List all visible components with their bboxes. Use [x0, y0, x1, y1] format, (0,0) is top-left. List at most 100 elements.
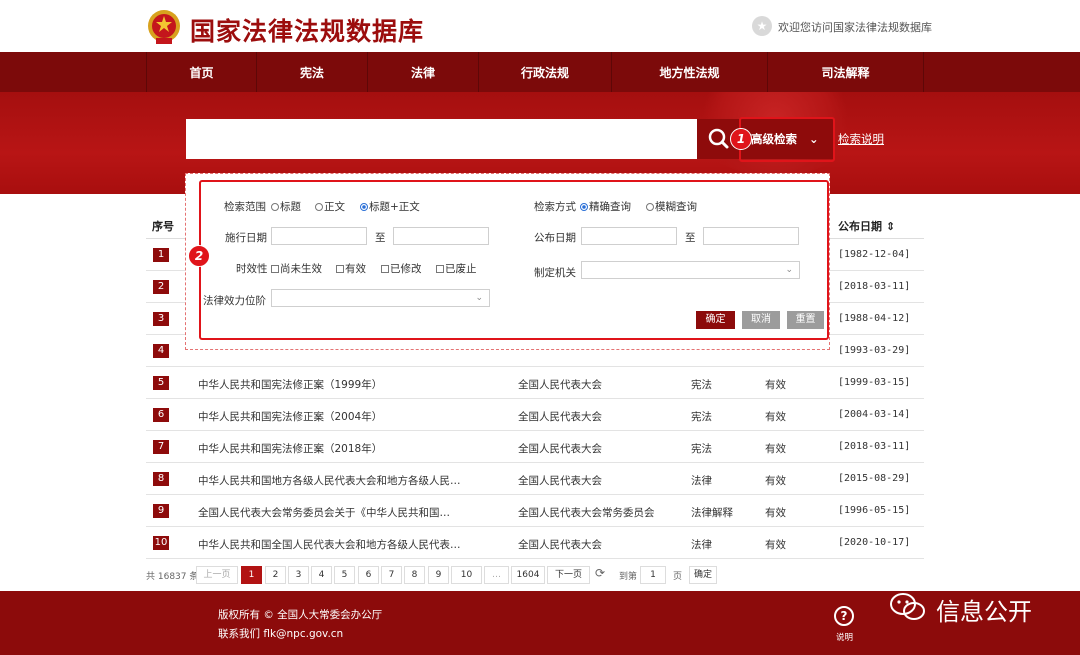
- radio-selected-icon: [580, 202, 588, 211]
- nav-judicial-interpretation[interactable]: 司法解释: [768, 52, 924, 92]
- page-button-5[interactable]: 5: [334, 566, 355, 584]
- column-header-publish-date[interactable]: 公布日期 ⇕: [838, 218, 895, 234]
- help-label[interactable]: 说明: [836, 631, 853, 643]
- page-button-3[interactable]: 3: [288, 566, 309, 584]
- page-button-10[interactable]: 10: [451, 566, 482, 584]
- row-title-link[interactable]: 中华人民共和国宪法修正案（1999年）: [198, 377, 382, 392]
- row-number-badge: 6: [153, 408, 169, 422]
- row-number-badge: 9: [153, 504, 169, 518]
- validity-checkbox-effective[interactable]: 有效: [336, 261, 366, 276]
- nav-items: 首页 宪法 法律 行政法规 地方性法规 司法解释: [146, 52, 924, 92]
- row-number-badge: 5: [153, 376, 169, 390]
- welcome-text: 欢迎您访问国家法律法规数据库: [778, 21, 932, 34]
- page-last-button[interactable]: 1604: [511, 566, 545, 584]
- goto-label: 到第: [619, 572, 638, 582]
- table-row[interactable]: 7 中华人民共和国宪法修正案（2018年） 全国人民代表大会 宪法 有效 [2018-03…: [146, 431, 924, 463]
- row-date: [2015-08-29]: [838, 473, 911, 484]
- page-button-9[interactable]: 9: [428, 566, 449, 584]
- effective-date-start-input[interactable]: [271, 227, 367, 245]
- validity-repealed-label: 已废止: [445, 263, 477, 275]
- table-row[interactable]: 8 中华人民共和国地方各级人民代表大会和地方各级人民… 全国人民代表大会 法律 有效 [2…: [146, 463, 924, 495]
- panel-confirm-button[interactable]: 确定: [696, 311, 735, 329]
- refresh-icon[interactable]: ⟳: [595, 566, 605, 580]
- panel-reset-button[interactable]: 重置: [787, 311, 824, 329]
- page-unit-label: 页: [673, 572, 683, 582]
- row-date: [2020-10-17]: [838, 537, 911, 548]
- sort-icon[interactable]: ⇕: [886, 220, 895, 233]
- row-title-link[interactable]: 中华人民共和国宪法修正案（2018年）: [198, 441, 382, 456]
- page-button-8[interactable]: 8: [404, 566, 425, 584]
- row-authority: 全国人民代表大会: [518, 443, 602, 455]
- page-button-2[interactable]: 2: [265, 566, 286, 584]
- row-number-badge: 3: [153, 312, 169, 326]
- page-button-1[interactable]: 1: [241, 566, 262, 584]
- goto-page-input[interactable]: 1: [640, 566, 666, 584]
- row-title-link[interactable]: 中华人民共和国全国人民代表大会和地方各级人民代表…: [198, 537, 461, 552]
- method-radio-fuzzy[interactable]: 模糊查询: [646, 199, 697, 214]
- row-date: [2018-03-11]: [838, 441, 911, 452]
- row-date: [2004-03-14]: [838, 409, 911, 420]
- method-radio-exact[interactable]: 精确查询: [580, 199, 631, 214]
- nav-constitution[interactable]: 宪法: [257, 52, 368, 92]
- page-button-4[interactable]: 4: [311, 566, 332, 584]
- row-title-link[interactable]: 中华人民共和国地方各级人民代表大会和地方各级人民…: [198, 473, 461, 488]
- star-icon: ★: [752, 16, 772, 36]
- next-page-button[interactable]: 下一页: [547, 566, 590, 584]
- table-row[interactable]: 5 中华人民共和国宪法修正案（1999年） 全国人民代表大会 宪法 有效 [1999-03…: [146, 367, 924, 399]
- effective-date-label: 施行日期: [225, 232, 267, 244]
- nav-home[interactable]: 首页: [146, 52, 257, 92]
- page-ellipsis: …: [484, 566, 509, 584]
- help-icon[interactable]: ?: [834, 606, 854, 626]
- method-radio-fuzzy-label: 模糊查询: [655, 201, 697, 213]
- row-type: 宪法: [691, 411, 712, 423]
- contact-text: 联系我们 flk@npc.gov.cn: [218, 628, 344, 640]
- pagination: 共 16837 条 上一页 1 2 3 4 5 6 7 8 9 10 … 1604 下一页 ⟳ 到…: [146, 566, 924, 584]
- radio-icon: [271, 202, 279, 211]
- search-help-link[interactable]: 检索说明: [838, 131, 884, 147]
- row-authority: 全国人民代表大会: [518, 539, 602, 551]
- nav-local-regulations[interactable]: 地方性法规: [612, 52, 768, 92]
- column-header-number: 序号: [152, 220, 174, 233]
- validity-checkbox-not-yet-effective[interactable]: 尚未生效: [271, 261, 322, 276]
- main-nav: 首页 宪法 法律 行政法规 地方性法规 司法解释: [0, 52, 1080, 92]
- callout-badge-1: 1: [730, 128, 752, 150]
- validity-checkbox-repealed[interactable]: 已废止: [436, 261, 477, 276]
- publish-date-start-input[interactable]: [581, 227, 677, 245]
- nav-law[interactable]: 法律: [368, 52, 479, 92]
- row-status: 有效: [765, 379, 786, 391]
- chevron-down-icon: ⌄: [475, 293, 483, 303]
- scope-radio-title[interactable]: 标题: [271, 199, 301, 214]
- page-button-6[interactable]: 6: [358, 566, 379, 584]
- effective-date-end-input[interactable]: [393, 227, 489, 245]
- scope-radio-body-label: 正文: [324, 201, 345, 213]
- row-number-badge: 2: [153, 280, 169, 294]
- radio-selected-icon: [360, 202, 368, 211]
- checkbox-icon: [436, 264, 444, 273]
- scope-radio-title-label: 标题: [280, 201, 301, 213]
- publish-date-to-label: 至: [685, 232, 696, 244]
- table-row[interactable]: 6 中华人民共和国宪法修正案（2004年） 全国人民代表大会 宪法 有效 [2004-03…: [146, 399, 924, 431]
- nav-administrative-regulations[interactable]: 行政法规: [479, 52, 612, 92]
- search-input[interactable]: [186, 119, 697, 159]
- effect-level-select[interactable]: ⌄: [271, 289, 490, 307]
- table-row[interactable]: 9 全国人民代表大会常务委员会关于《中华人民共和国… 全国人民代表大会常务委员会 法律…: [146, 495, 924, 527]
- goto-confirm-button[interactable]: 确定: [689, 566, 717, 584]
- validity-checkbox-amended[interactable]: 已修改: [381, 261, 422, 276]
- panel-cancel-button[interactable]: 取消: [742, 311, 780, 329]
- row-title-link[interactable]: 全国人民代表大会常务委员会关于《中华人民共和国…: [198, 505, 450, 520]
- row-date: [1996-05-15]: [838, 505, 911, 516]
- row-type: 法律: [691, 539, 712, 551]
- row-title-link[interactable]: 中华人民共和国宪法修正案（2004年）: [198, 409, 382, 424]
- publish-date-end-input[interactable]: [703, 227, 799, 245]
- radio-icon: [315, 202, 323, 211]
- scope-radio-title-body[interactable]: 标题+正文: [360, 199, 420, 214]
- table-row[interactable]: 10 中华人民共和国全国人民代表大会和地方各级人民代表… 全国人民代表大会 法律 有效 […: [146, 527, 924, 559]
- validity-not-yet-effective-label: 尚未生效: [280, 263, 322, 275]
- effective-date-to-label: 至: [375, 232, 386, 244]
- prev-page-button[interactable]: 上一页: [196, 566, 238, 584]
- row-authority: 全国人民代表大会: [518, 379, 602, 391]
- authority-select[interactable]: ⌄: [581, 261, 800, 279]
- column-header-date-label: 公布日期: [838, 220, 882, 233]
- scope-radio-body[interactable]: 正文: [315, 199, 345, 214]
- page-button-7[interactable]: 7: [381, 566, 402, 584]
